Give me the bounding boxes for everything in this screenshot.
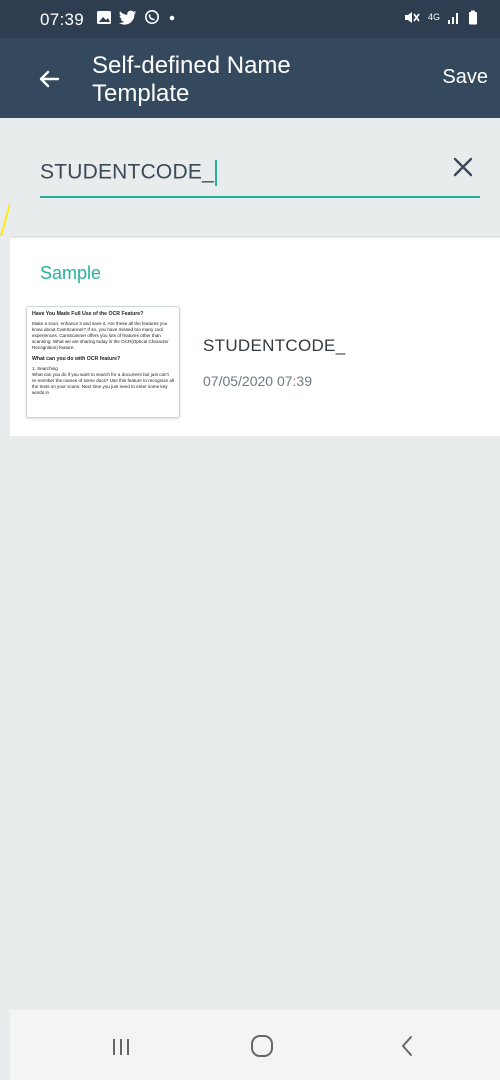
mute-icon (404, 12, 420, 23)
system-icons: 4G (403, 10, 478, 25)
page-title: Self-defined Name Template (92, 52, 291, 107)
gallery-icon (97, 10, 111, 24)
arrow-left-icon (39, 70, 60, 88)
template-name-value: STUDENTCODE_ (40, 160, 214, 184)
twitter-icon (119, 10, 136, 25)
thumbnail-heading: Have You Made Full Use of the OCR Featur… (32, 311, 144, 317)
recent-apps-icon (113, 1039, 129, 1055)
recent-apps-button[interactable] (110, 1036, 132, 1063)
system-back-button[interactable] (396, 1034, 420, 1063)
document-name: STUDENTCODE_ (203, 336, 346, 355)
name-input-panel: STUDENTCODE_ (10, 118, 500, 236)
app-bar: Self-defined Name Template Save (0, 38, 500, 118)
input-underline (40, 196, 480, 198)
thumbnail-paragraph: Make a scan, enhance it and save it. Are… (32, 321, 169, 350)
sample-card: Sample Have You Made Full Use of the OCR… (10, 238, 500, 436)
thumbnail-item-text: What can you do if you want to search fo… (32, 372, 174, 395)
signal-icon (448, 12, 458, 24)
back-button[interactable] (34, 64, 64, 94)
status-time: 07:39 (40, 10, 85, 29)
divider (10, 236, 500, 237)
home-icon (251, 1035, 273, 1057)
network-type: 4G (427, 12, 440, 22)
document-date: 07/05/2020 07:39 (203, 373, 312, 389)
whatsapp-icon (145, 10, 159, 24)
thumbnail-subheading: What can you do with OCR feature? (32, 356, 121, 362)
save-button[interactable]: Save (442, 66, 488, 89)
close-icon (453, 157, 473, 177)
home-button[interactable] (250, 1034, 274, 1063)
notification-icons (96, 9, 177, 25)
back-icon (402, 1036, 412, 1056)
dot-icon (169, 15, 175, 21)
clear-button[interactable] (450, 154, 476, 180)
battery-icon (469, 10, 477, 25)
navigation-bar (10, 1010, 500, 1080)
status-bar: 07:39 4G (0, 0, 500, 38)
text-cursor (214, 160, 217, 186)
sample-label: Sample (40, 263, 102, 283)
document-thumbnail: Have You Made Full Use of the OCR Featur… (26, 306, 180, 418)
template-name-input[interactable]: STUDENTCODE_ (40, 160, 217, 186)
